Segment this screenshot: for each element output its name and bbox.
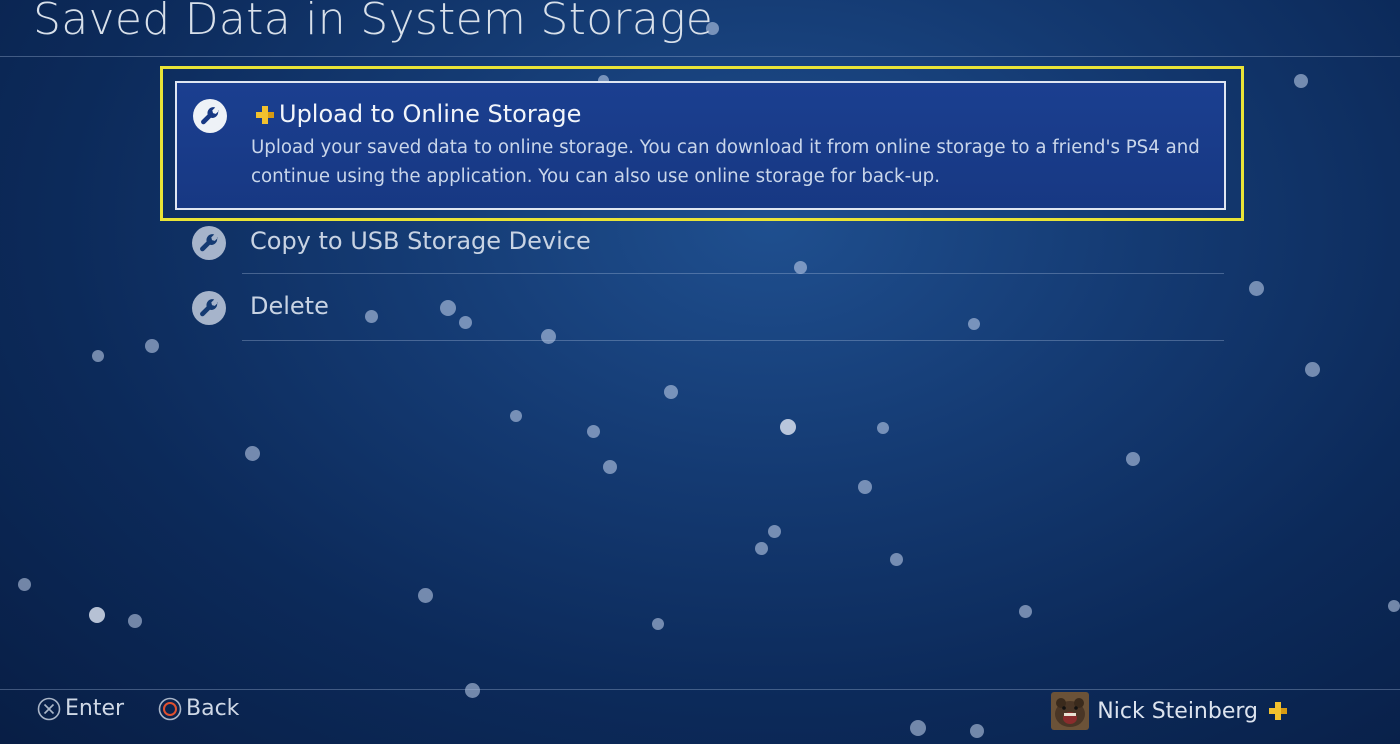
menu-item-label: Delete xyxy=(250,292,329,320)
circle-button-icon xyxy=(158,697,182,720)
user-profile: Nick Steinberg xyxy=(1051,692,1400,730)
menu-item-upload-online-storage[interactable]: Upload to Online Storage Upload your sav… xyxy=(175,81,1226,210)
cross-button-icon xyxy=(37,697,61,720)
enter-button[interactable]: Enter xyxy=(37,696,124,721)
row-divider xyxy=(242,340,1224,341)
ps-plus-icon xyxy=(256,106,274,124)
wrench-icon xyxy=(192,226,226,260)
row-divider xyxy=(242,273,1224,274)
menu-item-label: Upload to Online Storage xyxy=(279,100,582,128)
title-divider xyxy=(0,56,1400,57)
back-label: Back xyxy=(186,696,240,721)
menu-item-delete[interactable]: Delete xyxy=(190,291,1224,355)
menu-item-description: Upload your saved data to online storage… xyxy=(251,137,1200,187)
footer-divider xyxy=(0,689,1400,690)
menu-item-label: Copy to USB Storage Device xyxy=(250,227,591,255)
user-name: Nick Steinberg xyxy=(1097,698,1258,724)
ps-plus-icon xyxy=(1269,702,1287,720)
menu-item-copy-usb[interactable]: Copy to USB Storage Device xyxy=(190,226,1224,290)
enter-label: Enter xyxy=(65,696,125,721)
wrench-icon xyxy=(193,99,227,133)
back-button[interactable]: Back xyxy=(158,696,239,721)
wrench-icon xyxy=(192,291,226,325)
page-title: Saved Data in System Storage xyxy=(33,0,714,45)
avatar xyxy=(1051,692,1090,730)
